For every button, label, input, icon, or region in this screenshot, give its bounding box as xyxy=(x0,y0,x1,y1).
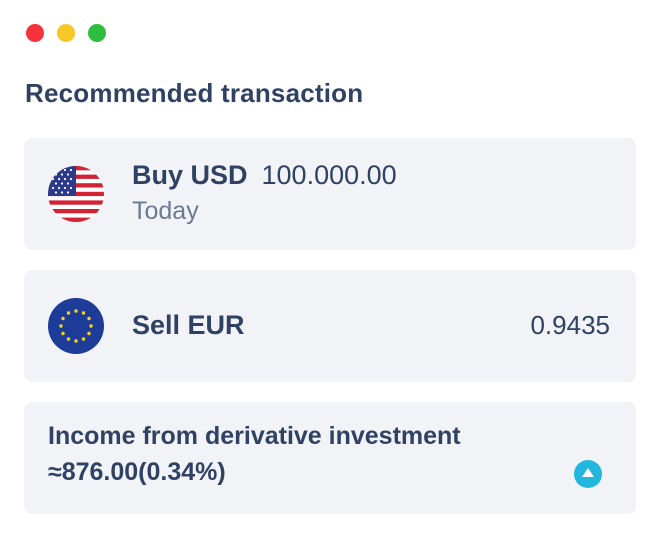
sell-card[interactable]: Sell EUR 0.9435 xyxy=(24,270,636,382)
income-card[interactable]: Income from derivative investment ≈876.0… xyxy=(24,402,636,514)
us-flag-icon xyxy=(48,166,104,222)
window-controls xyxy=(26,24,106,42)
minimize-window-button[interactable] xyxy=(57,24,75,42)
buy-date: Today xyxy=(132,197,199,225)
income-label: Income from derivative investment xyxy=(48,422,461,450)
buy-action-label: Buy USD xyxy=(132,160,248,190)
sell-rate: 0.9435 xyxy=(530,310,610,340)
buy-line: Buy USD 100.000.00 xyxy=(132,160,397,191)
sell-action-label: Sell EUR xyxy=(132,310,245,340)
eu-flag-icon xyxy=(48,298,104,354)
arrow-up-circle-icon[interactable] xyxy=(574,460,602,488)
maximize-window-button[interactable] xyxy=(88,24,106,42)
income-value: ≈876.00(0.34%) xyxy=(48,458,226,486)
section-title: Recommended transaction xyxy=(25,78,364,108)
close-window-button[interactable] xyxy=(26,24,44,42)
buy-amount: 100.000.00 xyxy=(261,160,397,190)
buy-card[interactable]: Buy USD 100.000.00 Today xyxy=(24,138,636,250)
